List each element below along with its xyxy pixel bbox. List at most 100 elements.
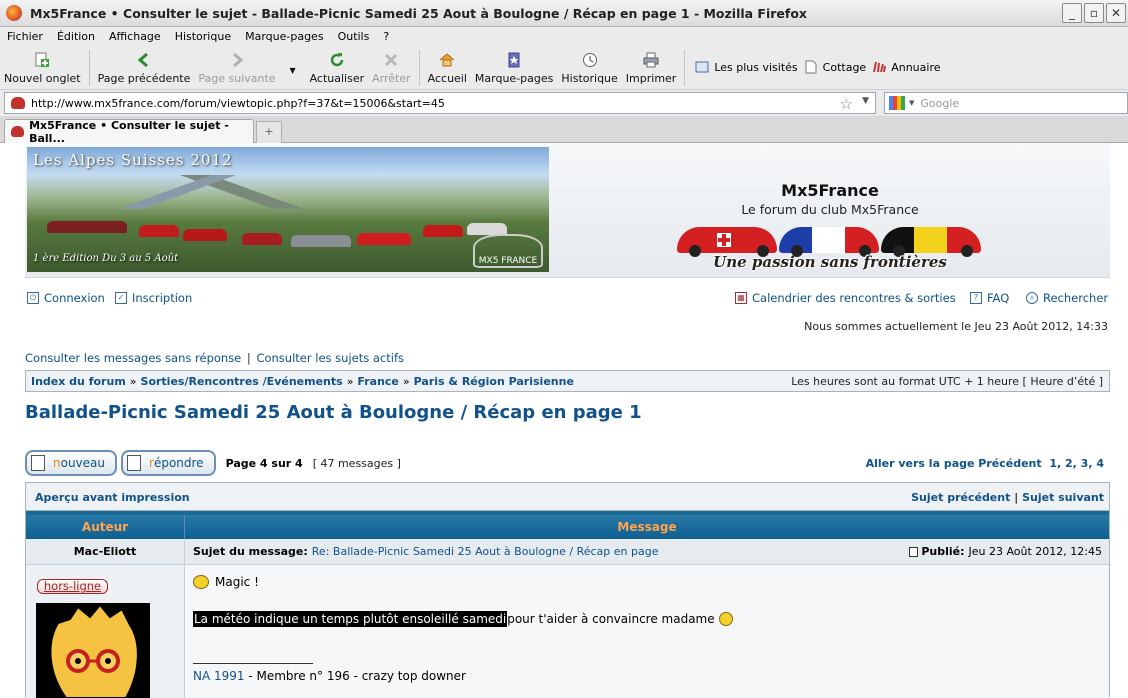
search-box[interactable]: ▼ Google [884, 92, 1128, 114]
login-label: Connexion [44, 291, 105, 305]
minimize-button[interactable]: _ [1062, 3, 1082, 23]
bookmark-cottage[interactable]: Cottage [804, 60, 867, 74]
note-icon [127, 455, 141, 471]
menu-bar: Fichier Édition Affichage Historique Mar… [0, 27, 1128, 46]
subject-label: Sujet du message: [193, 545, 308, 558]
breadcrumb: Index du forum » Sorties/Rencontres /Evé… [25, 370, 1110, 392]
breadcrumb-sep: » [402, 374, 410, 388]
post-author[interactable]: Mac-Eliott [26, 539, 185, 564]
page-link-3[interactable]: 3 [1081, 457, 1089, 470]
next-topic-link[interactable]: Sujet suivant [1022, 491, 1104, 504]
new-tab-icon [33, 51, 51, 69]
login-link[interactable]: ⏻ Connexion [27, 291, 105, 305]
breadcrumb-sorties[interactable]: Sorties/Rencontres /Evénements [141, 375, 343, 388]
bookmark-folder-icon [695, 60, 709, 74]
topic-title[interactable]: Ballade-Picnic Samedi 25 Aout à Boulogne… [25, 402, 642, 423]
menu-historique[interactable]: Historique [175, 30, 231, 43]
reload-button[interactable]: Actualiser [306, 46, 369, 85]
page-current: 4 [1096, 456, 1104, 470]
timezone-info: Les heures sont au format UTC + 1 heure … [791, 374, 1103, 388]
bookmark-annuaire[interactable]: Annuaire [872, 60, 941, 74]
stop-label: Arrêter [372, 72, 411, 85]
menu-help[interactable]: ? [383, 30, 389, 43]
toolbar-separator [88, 50, 90, 86]
google-icon [889, 96, 905, 110]
post-header-row: Mac-Eliott Sujet du message: Re: Ballade… [26, 539, 1109, 565]
post-date: Jeu 23 Août 2012, 12:45 [968, 545, 1102, 558]
topic-bar: Aperçu avant impression Sujet précédent … [26, 483, 1109, 511]
reply-button[interactable]: r épondre [121, 450, 216, 476]
post-table: Aperçu avant impression Sujet précédent … [25, 482, 1110, 698]
new-tab-button[interactable]: Nouvel onglet [0, 46, 85, 85]
help-icon: ? [970, 292, 982, 304]
checkbox-icon: ✓ [115, 292, 127, 304]
menu-marque-pages[interactable]: Marque-pages [245, 30, 323, 43]
maximize-button[interactable]: ▫ [1084, 3, 1104, 23]
reload-label: Actualiser [309, 72, 365, 85]
prev-page-link[interactable]: Précédent [978, 457, 1041, 470]
post-line-2-rest: pour t'aider à convaincre madame [507, 612, 715, 626]
signature-divider [193, 663, 313, 664]
banner-subtitle: 1 ère Edition Du 3 au 5 Août [33, 253, 179, 264]
search-link[interactable]: ⌕ Rechercher [1026, 291, 1108, 305]
faq-link[interactable]: ? FAQ [970, 291, 1009, 305]
star-icon[interactable]: ☆ [840, 95, 853, 113]
bookmark-most-visited-label: Les plus visités [714, 60, 798, 74]
print-button[interactable]: Imprimer [622, 46, 681, 85]
new-topic-button[interactable]: n ouveau [25, 450, 117, 476]
forward-button[interactable]: Page suivante [194, 46, 279, 85]
calendar-link[interactable]: ▦ Calendrier des rencontres & sorties [735, 291, 956, 305]
post-subject-link[interactable]: Re: Ballade-Picnic Samedi 25 Aout à Boul… [312, 545, 659, 558]
bookmarks-button[interactable]: Marque-pages [471, 46, 557, 85]
site-description: Le forum du club Mx5France [741, 202, 919, 217]
window-titlebar: Mx5France • Consulter le sujet - Ballade… [0, 0, 1128, 27]
home-button[interactable]: Accueil [424, 46, 471, 85]
menu-fichier[interactable]: Fichier [7, 30, 43, 43]
page-link-1[interactable]: 1 [1049, 457, 1057, 470]
bookmark-most-visited[interactable]: Les plus visités [695, 60, 798, 74]
menu-edition[interactable]: Édition [57, 30, 95, 43]
goto-page-link[interactable]: Aller vers la page [866, 457, 975, 470]
author-profile: hors-ligne [26, 565, 185, 698]
posted-label: Publié: [921, 545, 965, 558]
new-topic-first-letter: n [53, 456, 61, 470]
prev-topic-link[interactable]: Sujet précédent [911, 491, 1010, 504]
topic-bar-sep: | [1014, 491, 1019, 504]
table-header: Auteur Message [26, 511, 1109, 539]
history-dropdown[interactable]: ▼ [280, 46, 306, 82]
stop-button[interactable]: Arrêter [368, 46, 415, 85]
signature-link[interactable]: NA 1991 [193, 669, 245, 683]
tab-mx5france[interactable]: Mx5France • Consulter le sujet - Ball... [4, 119, 254, 145]
back-button[interactable]: Page précédente [94, 46, 195, 85]
new-tab-plus-button[interactable]: + [256, 121, 282, 143]
page-link-2[interactable]: 2 [1065, 457, 1073, 470]
chevron-down-icon[interactable]: ▼ [862, 96, 869, 106]
quick-links: Consulter les messages sans réponse | Co… [25, 351, 404, 365]
close-button[interactable]: ✕ [1106, 3, 1126, 23]
active-topics-link[interactable]: Consulter les sujets actifs [256, 351, 404, 365]
page-info: Page 4 sur 4 [225, 456, 303, 470]
print-preview-link[interactable]: Aperçu avant impression [35, 491, 190, 504]
history-label: Historique [561, 72, 618, 85]
address-bar[interactable]: http://www.mx5france.com/forum/viewtopic… [4, 92, 876, 114]
search-engine-dropdown-icon[interactable]: ▼ [909, 99, 914, 107]
power-icon: ⏻ [27, 292, 39, 304]
register-link[interactable]: ✓ Inscription [115, 291, 192, 305]
current-date: Nous sommes actuellement le Jeu 23 Août … [804, 320, 1108, 333]
menu-affichage[interactable]: Affichage [109, 30, 161, 43]
address-url: http://www.mx5france.com/forum/viewtopic… [31, 96, 445, 110]
bookmark-cottage-label: Cottage [822, 60, 867, 74]
forum-nav-links: ⏻ Connexion ✓ Inscription ▦ Calendrier d… [25, 291, 1110, 309]
search-icon: ⌕ [1026, 292, 1038, 304]
unanswered-link[interactable]: Consulter les messages sans réponse [25, 351, 241, 365]
post-icon[interactable] [909, 546, 919, 557]
breadcrumb-index[interactable]: Index du forum [31, 375, 126, 388]
status-badge: hors-ligne [37, 579, 108, 594]
signature-text: - Membre n° 196 - crazy top downer [244, 669, 466, 683]
breadcrumb-paris[interactable]: Paris & Région Parisienne [414, 375, 574, 388]
breadcrumb-france[interactable]: France [357, 375, 398, 388]
history-button[interactable]: Historique [557, 46, 621, 85]
post-content: Magic ! La météo indique un temps plutôt… [185, 565, 1109, 698]
menu-outils[interactable]: Outils [338, 30, 370, 43]
page-icon [804, 60, 818, 74]
